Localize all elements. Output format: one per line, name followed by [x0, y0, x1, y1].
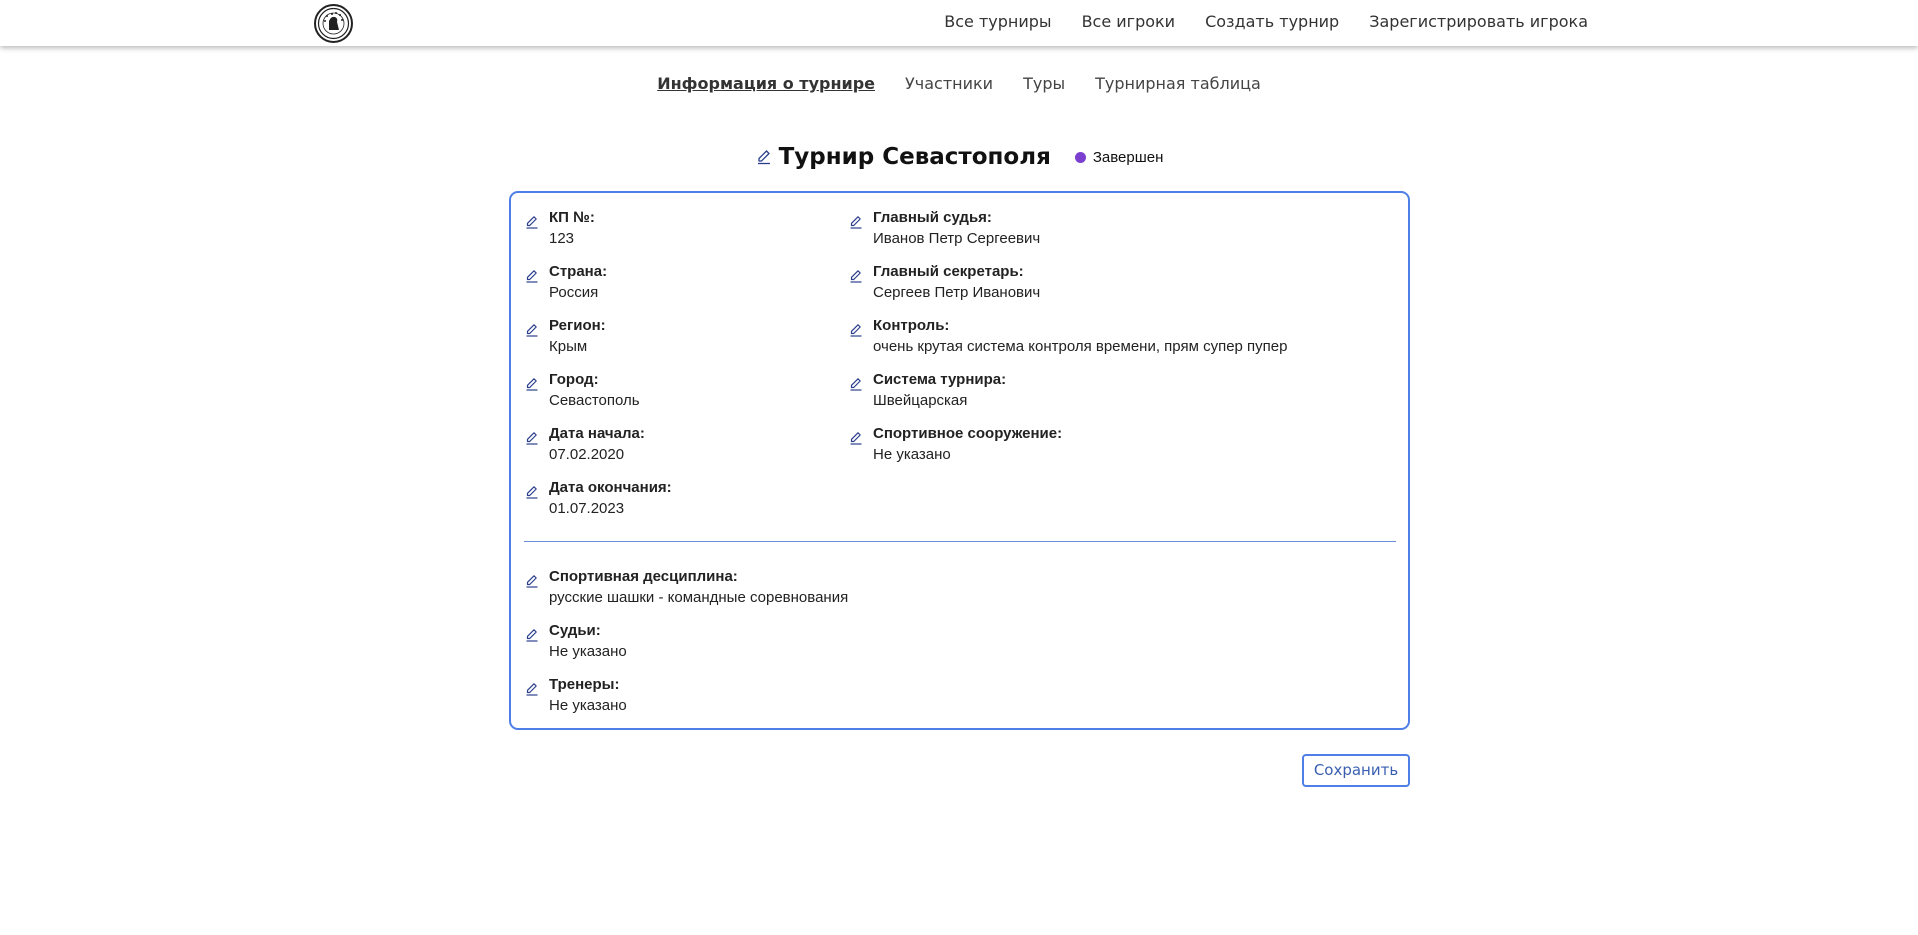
nav-all-players[interactable]: Все игроки: [1082, 12, 1176, 32]
edit-pencil-icon[interactable]: [524, 627, 540, 643]
nav-all-tournaments[interactable]: Все турниры: [944, 12, 1051, 32]
field-value: 01.07.2023: [549, 500, 625, 517]
edit-pencil-icon[interactable]: [848, 322, 864, 338]
tab-standings[interactable]: Турнирная таблица: [1095, 74, 1261, 94]
field-label: Спортивная десциплина:: [549, 568, 738, 585]
field-label: Дата начала:: [549, 425, 645, 442]
field-value: Россия: [549, 284, 599, 301]
edit-pencil-icon[interactable]: [524, 214, 540, 230]
field-label: Тренеры:: [549, 676, 620, 693]
edit-pencil-icon[interactable]: [524, 322, 540, 338]
field-label: Главный секретарь:: [873, 263, 1024, 280]
field-value: Сергеев Петр Иванович: [873, 284, 1041, 301]
field-value: Не указано: [873, 446, 951, 463]
save-button[interactable]: Сохранить: [1302, 754, 1410, 787]
field-label: Дата окончания:: [549, 479, 672, 496]
title-row: Турнир Севастополя Завершен: [0, 144, 1918, 170]
edit-pencil-icon[interactable]: [524, 430, 540, 446]
top-navbar: Все турниры Все игроки Создать турнир За…: [0, 0, 1918, 46]
tournament-info-card: КП №: 123 Страна: Россия Регион: Крым Го…: [509, 191, 1410, 730]
edit-pencil-icon[interactable]: [848, 376, 864, 392]
tab-rounds[interactable]: Туры: [1023, 74, 1065, 94]
edit-title-icon[interactable]: [755, 148, 773, 166]
field-label: Главный судья:: [873, 209, 992, 226]
edit-pencil-icon[interactable]: [848, 268, 864, 284]
status-badge: Завершен: [1074, 148, 1164, 166]
field-value: Севастополь: [549, 392, 640, 409]
field-value: Крым: [549, 338, 588, 355]
field-value: Иванов Петр Сергеевич: [873, 230, 1041, 247]
field-value: очень крутая система контроля времени, п…: [873, 338, 1288, 355]
field-label: КП №:: [549, 209, 595, 226]
field-label: Город:: [549, 371, 599, 388]
edit-pencil-icon[interactable]: [848, 430, 864, 446]
edit-pencil-icon[interactable]: [524, 484, 540, 500]
status-text: Завершен: [1092, 148, 1164, 166]
nav-register-player[interactable]: Зарегистрировать игрока: [1369, 12, 1588, 32]
field-value: 07.02.2020: [549, 446, 625, 463]
edit-pencil-icon[interactable]: [524, 681, 540, 697]
edit-pencil-icon[interactable]: [848, 214, 864, 230]
tab-participants[interactable]: Участники: [905, 74, 993, 94]
field-label: Спортивное сооружение:: [873, 425, 1063, 442]
main-nav: Все турниры Все игроки Создать турнир За…: [944, 12, 1588, 32]
logo[interactable]: [314, 4, 353, 43]
field-value: 123: [549, 230, 575, 247]
nav-create-tournament[interactable]: Создать турнир: [1205, 12, 1339, 32]
status-dot-icon: [1074, 151, 1086, 163]
logo-emblem-icon: [317, 7, 350, 40]
field-label: Система турнира:: [873, 371, 1007, 388]
edit-pencil-icon[interactable]: [524, 376, 540, 392]
field-label: Судьи:: [549, 622, 601, 639]
field-value: Швейцарская: [873, 392, 968, 409]
field-label: Страна:: [549, 263, 608, 280]
tournament-tabs: Информация о турнире Участники Туры Турн…: [0, 74, 1918, 94]
section-divider: [524, 541, 1396, 542]
field-value: Не указано: [549, 697, 627, 714]
tab-tournament-info[interactable]: Информация о турнире: [657, 74, 875, 94]
field-value: русские шашки - командные соревнования: [549, 589, 849, 606]
field-label: Контроль:: [873, 317, 950, 334]
field-label: Регион:: [549, 317, 606, 334]
field-value: Не указано: [549, 643, 627, 660]
page-title: Турнир Севастополя: [778, 144, 1051, 170]
edit-pencil-icon[interactable]: [524, 573, 540, 589]
edit-pencil-icon[interactable]: [524, 268, 540, 284]
